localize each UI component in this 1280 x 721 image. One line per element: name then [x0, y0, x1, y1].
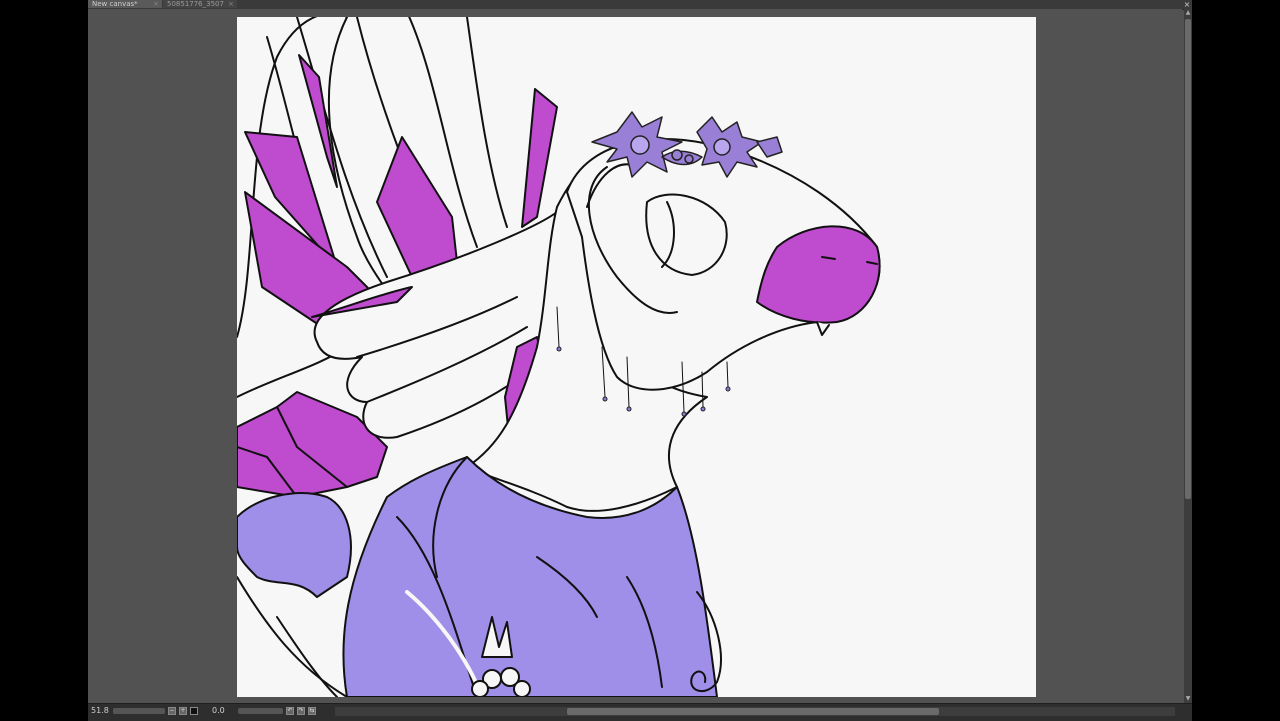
chevron-up-icon[interactable]: ▲ [1184, 9, 1192, 17]
rotation-slider[interactable] [238, 708, 283, 714]
zoom-level: 51.8 [91, 706, 109, 715]
tab-reference-image[interactable]: 50851776_3507 × [163, 0, 237, 8]
flip-icon[interactable]: ⇆ [308, 707, 316, 715]
tab-label: 50851776_3507 [167, 0, 224, 8]
horizontal-scrollbar[interactable] [335, 707, 1175, 716]
horizontal-scroll-thumb[interactable] [567, 708, 939, 715]
vertical-scrollbar[interactable]: ▲ ▼ [1184, 9, 1192, 703]
artwork-illustration [237, 17, 881, 697]
reset-icon[interactable] [190, 707, 198, 715]
zoom-slider[interactable] [113, 708, 165, 714]
rotate-left-icon[interactable]: ↶ [286, 707, 294, 715]
close-icon[interactable]: × [228, 0, 234, 8]
rotation-angle: 0.0 [212, 706, 225, 715]
tab-label: New canvas* [92, 0, 138, 8]
status-bar: 51.8 − + 0.0 ↶ ↷ ⇆ [88, 703, 1192, 721]
canvas-workspace[interactable] [88, 9, 1182, 703]
close-icon[interactable]: × [1182, 0, 1192, 9]
drawing-canvas[interactable] [237, 17, 1036, 697]
minus-icon[interactable]: − [168, 707, 176, 715]
rotate-right-icon[interactable]: ↷ [297, 707, 305, 715]
close-icon[interactable]: × [153, 0, 159, 8]
vertical-scroll-thumb[interactable] [1185, 19, 1191, 499]
left-letterbox [0, 0, 88, 720]
plus-icon[interactable]: + [179, 707, 187, 715]
right-letterbox [1192, 0, 1280, 720]
tab-new-canvas[interactable]: New canvas* × [88, 0, 162, 8]
chevron-down-icon[interactable]: ▼ [1184, 695, 1192, 703]
paint-app-window: New canvas* × 50851776_3507 × × ▲ ▼ 51.8… [88, 0, 1192, 721]
